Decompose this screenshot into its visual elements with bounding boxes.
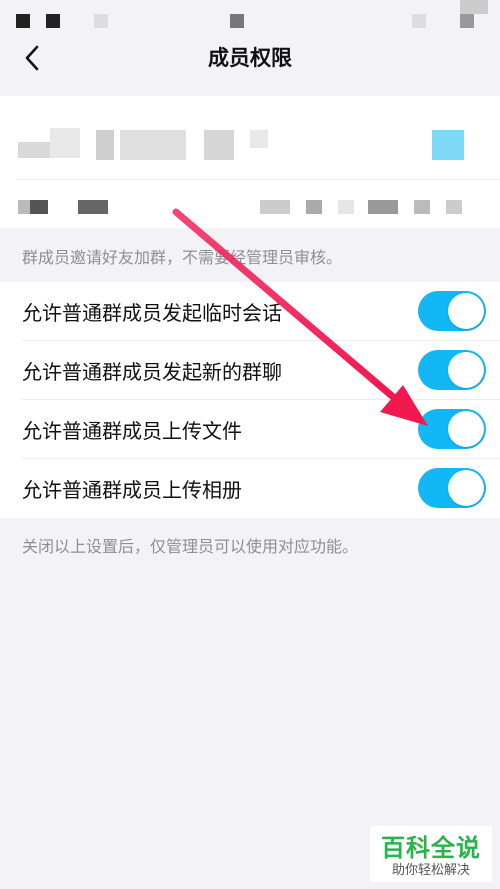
member-row-blur: [368, 200, 398, 214]
member-row-blur: [446, 200, 462, 214]
status-blur: [46, 14, 60, 28]
setting-row-upload-files: 允许普通群成员上传文件: [0, 400, 500, 459]
setting-label: 允许普通群成员上传文件: [22, 419, 242, 443]
member-row-blur: [18, 200, 30, 214]
invite-hint-text: 群成员邀请好友加群，不需要经管理员审核。: [22, 248, 343, 267]
permission-list: 允许普通群成员发起临时会话 允许普通群成员发起新的群聊 允许普通群成员上传文件 …: [0, 282, 500, 518]
toggle-knob: [448, 352, 484, 388]
status-blur: [230, 14, 244, 28]
member-row-blur: [306, 200, 322, 214]
page-title: 成员权限: [208, 46, 292, 70]
toggle-knob: [448, 293, 484, 329]
watermark-logo: 百科全说 助你轻松解决: [370, 826, 492, 882]
group-name-blur: [204, 130, 234, 160]
group-name-blur: [120, 130, 186, 160]
status-blur: [460, 0, 488, 14]
member-row-blur: [260, 200, 290, 214]
status-blur: [94, 14, 108, 28]
status-blur: [412, 14, 426, 28]
setting-row-upload-album: 允许普通群成员上传相册: [0, 459, 500, 518]
status-blur: [460, 14, 474, 28]
new-group-chat-toggle[interactable]: [418, 350, 486, 390]
setting-label: 允许普通群成员发起临时会话: [22, 301, 282, 325]
setting-row-new-group-chat: 允许普通群成员发起新的群聊: [0, 341, 500, 400]
watermark-subtitle: 助你轻松解决: [391, 863, 470, 878]
toggle-knob: [448, 470, 484, 506]
member-row-blur: [30, 200, 48, 214]
setting-label: 允许普通群成员上传相册: [22, 478, 242, 502]
group-name-blur: [50, 128, 80, 158]
member-row-blur: [78, 200, 108, 214]
divider: [16, 179, 500, 180]
status-blur: [16, 14, 30, 28]
upload-files-toggle[interactable]: [418, 409, 486, 449]
setting-row-temp-chat: 允许普通群成员发起临时会话: [0, 282, 500, 341]
upload-album-toggle[interactable]: [418, 468, 486, 508]
group-name-blur: [18, 142, 50, 158]
admin-only-hint-text: 关闭以上设置后，仅管理员可以使用对应功能。: [22, 537, 359, 556]
group-avatar-blur: [432, 130, 464, 160]
member-row-blur: [414, 200, 430, 214]
group-name-blur: [250, 130, 268, 148]
nav-bar: 成员权限: [0, 36, 500, 82]
status-bar: [0, 0, 500, 36]
toggle-knob: [448, 411, 484, 447]
group-name-blur: [96, 130, 114, 160]
group-info-card[interactable]: [0, 96, 500, 228]
setting-label: 允许普通群成员发起新的群聊: [22, 360, 282, 384]
temp-chat-toggle[interactable]: [418, 291, 486, 331]
watermark-title: 百科全说: [381, 834, 481, 862]
member-row-blur: [338, 200, 354, 214]
